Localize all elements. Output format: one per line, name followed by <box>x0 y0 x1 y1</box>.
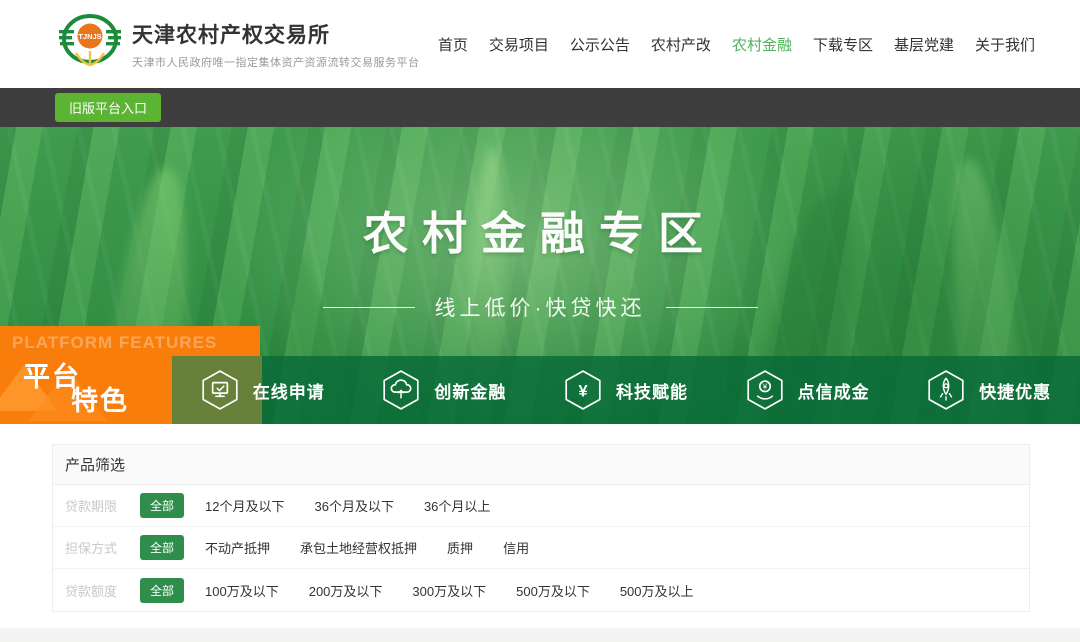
ribbon-english-label: PLATFORM FEATURES <box>12 333 217 353</box>
nav-item-party-building[interactable]: 基层党建 <box>894 34 954 55</box>
filter-row-loan-amount: 贷款额度 全部 100万及以下 200万及以下 300万及以下 500万及以下 … <box>53 569 1029 611</box>
filter-row-guarantee-method: 担保方式 全部 不动产抵押 承包土地经营权抵押 质押 信用 <box>53 527 1029 569</box>
feature-label: 快捷优惠 <box>979 378 1051 403</box>
filter-label: 贷款期限 <box>65 496 121 515</box>
footer-strip <box>0 628 1080 642</box>
hero-subtitle-row: 线上低价·快贷快还 <box>0 292 1080 322</box>
nav-item-about[interactable]: 关于我们 <box>975 34 1035 55</box>
filter-option-all[interactable]: 全部 <box>140 578 184 603</box>
feature-menu: 在线申请 创新金融 ¥ 科技赋能 <box>172 356 1080 424</box>
filter-option-all[interactable]: 全部 <box>140 535 184 560</box>
subtitle-rule-left <box>323 307 415 308</box>
filter-row-loan-term: 贷款期限 全部 12个月及以下 36个月及以下 36个月以上 <box>53 485 1029 527</box>
svg-text:¥: ¥ <box>761 381 767 391</box>
yen-tech-icon: ¥ <box>564 369 602 411</box>
logo-emblem-icon: TJNJS <box>58 13 122 76</box>
filter-option[interactable]: 12个月及以下 <box>205 496 284 515</box>
old-platform-entry-button[interactable]: 旧版平台入口 <box>55 93 161 122</box>
feature-item-online-apply[interactable]: 在线申请 <box>172 356 354 424</box>
cloud-finance-icon <box>382 369 420 411</box>
feature-label: 科技赋能 <box>616 378 688 403</box>
hero-banner: 农村金融专区 线上低价·快贷快还 PLATFORM FEATURES 平台 特色 <box>0 127 1080 424</box>
main-content: 产品筛选 贷款期限 全部 12个月及以下 36个月及以下 36个月以上 担保方式… <box>0 424 1080 612</box>
subtitle-rule-right <box>666 307 758 308</box>
site-title: 天津农村产权交易所 <box>132 19 420 49</box>
feature-label: 创新金融 <box>434 378 506 403</box>
filter-option[interactable]: 500万及以上 <box>620 581 694 600</box>
nav-item-home[interactable]: 首页 <box>438 34 468 55</box>
filter-option[interactable]: 300万及以下 <box>412 581 486 600</box>
feature-item-innovative-finance[interactable]: 创新金融 <box>354 356 536 424</box>
filter-option[interactable]: 信用 <box>503 538 529 557</box>
filter-option[interactable]: 200万及以下 <box>309 581 383 600</box>
filter-option[interactable]: 100万及以下 <box>205 581 279 600</box>
coin-hand-icon: ¥ <box>746 369 784 411</box>
feature-item-quick-discount[interactable]: 快捷优惠 <box>898 356 1080 424</box>
nav-item-downloads[interactable]: 下载专区 <box>813 34 873 55</box>
feature-item-tech-empowerment[interactable]: ¥ 科技赋能 <box>535 356 717 424</box>
feature-item-credit-to-gold[interactable]: ¥ 点信成金 <box>717 356 899 424</box>
main-nav: 首页 交易项目 公示公告 农村产改 农村金融 下载专区 基层党建 关于我们 <box>438 34 1035 55</box>
svg-text:¥: ¥ <box>578 381 588 400</box>
nav-item-rural-reform[interactable]: 农村产改 <box>651 34 711 55</box>
monitor-apply-icon <box>201 369 239 411</box>
nav-item-rural-finance[interactable]: 农村金融 <box>732 34 792 55</box>
feature-label: 在线申请 <box>253 378 325 403</box>
filter-label: 担保方式 <box>65 538 121 557</box>
ribbon-title-line2: 特色 <box>71 379 129 418</box>
site-subtitle: 天津市人民政府唯一指定集体资产资源流转交易服务平台 <box>132 54 420 70</box>
filter-option[interactable]: 质押 <box>447 538 473 557</box>
filter-option[interactable]: 36个月及以下 <box>314 496 393 515</box>
logo-text: TJNJS <box>78 32 101 41</box>
site-header: TJNJS 天津农村产权交易所 天津市人民政府唯一指定集体资产资源流转交易服务平… <box>0 0 1080 88</box>
site-logo[interactable]: TJNJS 天津农村产权交易所 天津市人民政府唯一指定集体资产资源流转交易服务平… <box>58 13 420 76</box>
nav-item-projects[interactable]: 交易项目 <box>489 34 549 55</box>
filter-option-all[interactable]: 全部 <box>140 493 184 518</box>
filter-panel-title: 产品筛选 <box>65 454 125 475</box>
filter-option[interactable]: 承包土地经营权抵押 <box>300 538 417 557</box>
hero-title: 农村金融专区 <box>0 197 1080 262</box>
rocket-icon <box>927 369 965 411</box>
filter-option[interactable]: 不动产抵押 <box>205 538 270 557</box>
utility-bar: 旧版平台入口 <box>0 88 1080 127</box>
filter-panel-header: 产品筛选 <box>53 445 1029 485</box>
filter-option[interactable]: 36个月以上 <box>424 496 490 515</box>
filter-label: 贷款额度 <box>65 581 121 600</box>
hero-subtitle: 线上低价·快贷快还 <box>435 292 646 322</box>
product-filter-panel: 产品筛选 贷款期限 全部 12个月及以下 36个月及以下 36个月以上 担保方式… <box>52 444 1030 612</box>
filter-option[interactable]: 500万及以下 <box>516 581 590 600</box>
nav-item-notices[interactable]: 公示公告 <box>570 34 630 55</box>
feature-label: 点信成金 <box>798 378 870 403</box>
